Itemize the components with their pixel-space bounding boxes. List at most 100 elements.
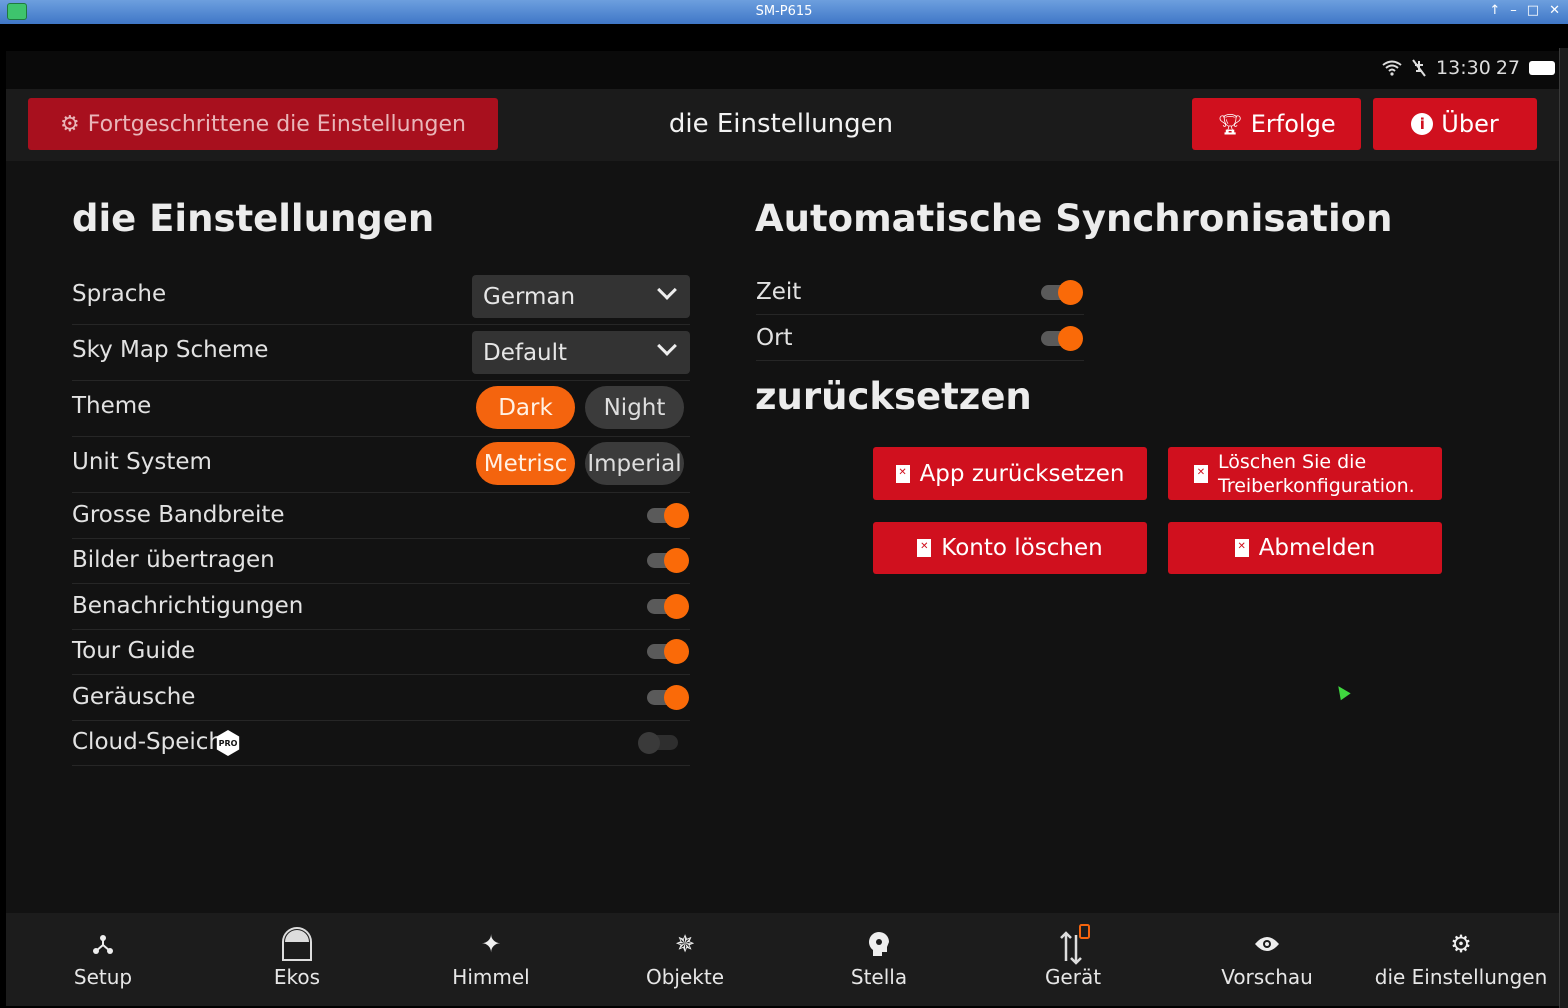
unit-system-row: Unit System Metrisc Imperial	[72, 437, 690, 493]
app-reset-button[interactable]: App zurücksetzen	[873, 447, 1147, 500]
toggle-row-bandwidth: Grosse Bandbreite	[72, 493, 690, 539]
language-label: Sprache	[72, 281, 167, 307]
unit-system-label: Unit System	[72, 449, 212, 475]
minimize-icon[interactable]: –	[1510, 3, 1517, 18]
mouse-cursor	[1333, 682, 1351, 701]
sync-location-toggle[interactable]	[1041, 325, 1083, 351]
chevron-down-icon	[657, 280, 677, 300]
nav-label: die Einstellungen	[1374, 965, 1548, 989]
window-titlebar: SM-P615 ↑ – □ ✕	[0, 0, 1568, 24]
window-title: SM-P615	[755, 4, 813, 19]
app-reset-label: App zurücksetzen	[919, 460, 1125, 487]
status-bar: 13:30 27	[6, 51, 1559, 89]
sync-location-label: Ort	[756, 325, 793, 351]
toggle-label: Tour Guide	[72, 638, 196, 664]
wifi-icon	[1382, 60, 1402, 76]
toggle-row-cloud-storage: Cloud-Speich PRO	[72, 721, 690, 766]
nav-label: Objekte	[645, 965, 725, 989]
sparkles-icon: ✦	[480, 930, 502, 958]
toggle-label: Cloud-Speich	[72, 729, 223, 755]
theme-dark-option[interactable]: Dark	[476, 386, 575, 429]
unit-imperial-option[interactable]: Imperial	[585, 442, 684, 485]
nav-preview[interactable]: Vorschau	[1170, 913, 1364, 1006]
chevron-down-icon	[657, 336, 677, 356]
toggle-row-tour-guide: Tour Guide	[72, 630, 690, 675]
sync-heading: Automatische Synchronisation	[755, 197, 1393, 240]
app-screen: 13:30 27 ⚙ Fortgeschrittene die Einstell…	[6, 51, 1559, 1006]
bottom-navigation: Setup Ekos ✦ Himmel ✵ Objekte Stella Ger…	[6, 913, 1559, 1006]
toggle-row-sounds: Geräusche	[72, 675, 690, 721]
about-label: Über	[1441, 110, 1499, 138]
gear-icon: ⚙	[1450, 930, 1472, 958]
stella-icon	[869, 932, 889, 956]
language-value: German	[483, 283, 576, 310]
battery-icon	[1529, 61, 1555, 75]
theme-night-option[interactable]: Night	[585, 386, 684, 429]
nav-label: Himmel	[452, 965, 530, 989]
tour-guide-toggle[interactable]	[647, 638, 689, 664]
language-row: Sprache German	[72, 269, 690, 325]
battery-level: 27	[1495, 57, 1520, 79]
language-select[interactable]: German	[472, 275, 690, 318]
mute-icon	[1412, 59, 1426, 77]
unit-metric-option[interactable]: Metrisc	[476, 442, 575, 485]
info-icon: i	[1411, 113, 1434, 135]
advanced-settings-button[interactable]: ⚙ Fortgeschrittene die Einstellungen	[28, 98, 498, 150]
about-button[interactable]: i Über	[1373, 98, 1537, 150]
setup-icon	[93, 935, 113, 954]
nav-label: Vorschau	[1221, 965, 1313, 989]
sync-time-toggle[interactable]	[1041, 279, 1083, 305]
device-frame: 13:30 27 ⚙ Fortgeschrittene die Einstell…	[0, 24, 1568, 1008]
window-controls: ↑ – □ ✕	[1489, 3, 1560, 18]
nav-label: Setup	[73, 965, 133, 989]
logout-label: Abmelden	[1258, 535, 1376, 561]
page-title: die Einstellungen	[668, 109, 894, 139]
delete-account-button[interactable]: Konto löschen	[873, 522, 1147, 574]
achievements-label: Erfolge	[1250, 110, 1336, 138]
nav-settings[interactable]: ⚙ die Einstellungen	[1364, 913, 1558, 1006]
nav-stella[interactable]: Stella	[782, 913, 976, 1006]
nav-label: Stella	[850, 965, 908, 989]
objects-icon: ✵	[674, 930, 696, 958]
window-edge	[1559, 48, 1568, 1008]
skymap-label: Sky Map Scheme	[72, 337, 269, 363]
driver-reset-label: Löschen Sie die Treiberkonfiguration.	[1218, 450, 1415, 497]
trash-icon	[917, 539, 932, 557]
sync-time-label: Zeit	[756, 279, 802, 305]
skymap-select[interactable]: Default	[472, 331, 690, 374]
bandwidth-toggle[interactable]	[647, 502, 689, 528]
nav-device[interactable]: Gerät	[976, 913, 1170, 1006]
toggle-label: Bilder übertragen	[72, 547, 275, 573]
skymap-row: Sky Map Scheme Default	[72, 325, 690, 381]
sounds-toggle[interactable]	[647, 684, 689, 710]
trophy-icon: 🏆︎	[1217, 112, 1243, 136]
close-icon[interactable]: ✕	[1549, 3, 1560, 18]
driver-reset-button[interactable]: Löschen Sie die Treiberkonfiguration.	[1168, 447, 1442, 500]
nav-sky[interactable]: ✦ Himmel	[394, 913, 588, 1006]
notifications-toggle[interactable]	[647, 593, 689, 619]
app-header: ⚙ Fortgeschrittene die Einstellungen die…	[6, 89, 1559, 161]
logout-button[interactable]: Abmelden	[1168, 522, 1442, 574]
trash-icon	[895, 464, 910, 483]
settings-heading: die Einstellungen	[72, 197, 435, 240]
delete-account-label: Konto löschen	[941, 535, 1103, 561]
theme-row: Theme Dark Night	[72, 381, 690, 437]
cloud-storage-toggle[interactable]	[638, 729, 680, 755]
toggle-label: Benachrichtigungen	[72, 593, 304, 619]
reset-heading: zurücksetzen	[755, 375, 1032, 418]
nav-ekos[interactable]: Ekos	[200, 913, 394, 1006]
toggle-label: Geräusche	[72, 684, 196, 710]
gear-icon: ⚙	[60, 111, 80, 137]
nav-objects[interactable]: ✵ Objekte	[588, 913, 782, 1006]
achievements-button[interactable]: 🏆︎ Erfolge	[1192, 98, 1361, 150]
nav-setup[interactable]: Setup	[6, 913, 200, 1006]
keep-above-icon[interactable]: ↑	[1489, 3, 1500, 18]
nav-label: Gerät	[1044, 965, 1102, 989]
trash-icon	[1194, 464, 1208, 483]
advanced-settings-label: Fortgeschrittene die Einstellungen	[87, 111, 466, 137]
toggle-row-images: Bilder übertragen	[72, 539, 690, 584]
images-toggle[interactable]	[647, 547, 689, 573]
maximize-icon[interactable]: □	[1527, 3, 1539, 18]
trash-icon	[1234, 539, 1249, 557]
skymap-value: Default	[483, 339, 568, 366]
